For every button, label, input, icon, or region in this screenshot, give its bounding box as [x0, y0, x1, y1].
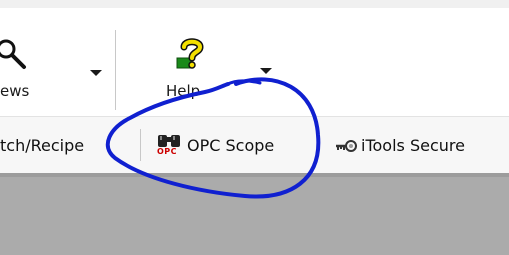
link-batch-recipe-label: tch/Recipe	[0, 135, 85, 155]
views-button[interactable]: ews	[0, 8, 110, 108]
link-itools-secure[interactable]: iTools Secure	[335, 133, 465, 157]
link-itools-secure-label: iTools Secure	[361, 135, 465, 155]
workspace-area	[0, 173, 509, 255]
toolbar-separator	[115, 30, 116, 110]
quick-links-bar: tch/Recipe OPC OPC Scope iTools Secure	[0, 116, 509, 174]
opc-icon-text: OPC	[157, 147, 178, 156]
window-top-edge	[0, 0, 509, 8]
workspace-top-edge	[0, 173, 509, 177]
magnifier-icon	[0, 39, 30, 71]
link-opc-scope-label: OPC Scope	[187, 135, 275, 155]
link-opc-scope[interactable]: OPC OPC Scope	[157, 133, 274, 157]
help-dropdown-arrow[interactable]	[260, 68, 272, 74]
ribbon-toolbar: ews Help	[0, 8, 509, 116]
binoculars-opc-icon: OPC	[157, 133, 181, 157]
help-label: Help	[166, 82, 201, 100]
key-icon	[335, 138, 357, 152]
help-button[interactable]: Help	[150, 8, 280, 108]
link-separator	[140, 129, 141, 161]
views-label: ews	[0, 82, 30, 100]
views-dropdown-arrow[interactable]	[90, 70, 102, 76]
link-batch-recipe[interactable]: tch/Recipe	[0, 133, 84, 157]
help-question-icon	[175, 36, 205, 70]
